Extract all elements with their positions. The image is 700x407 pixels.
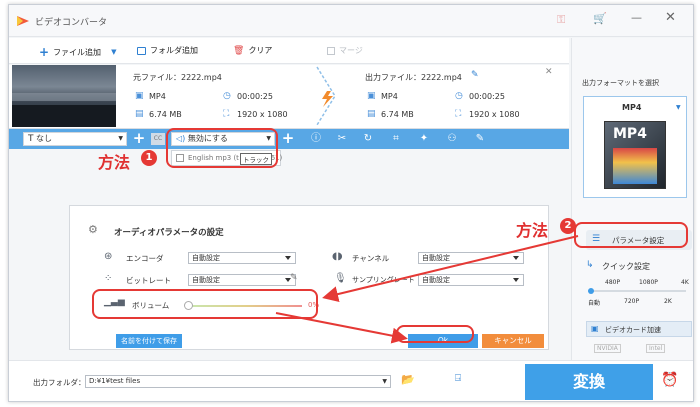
annotation-arrows [275, 235, 579, 344]
arrow-to-ok [275, 312, 408, 344]
arrow-to-volume [322, 235, 579, 302]
